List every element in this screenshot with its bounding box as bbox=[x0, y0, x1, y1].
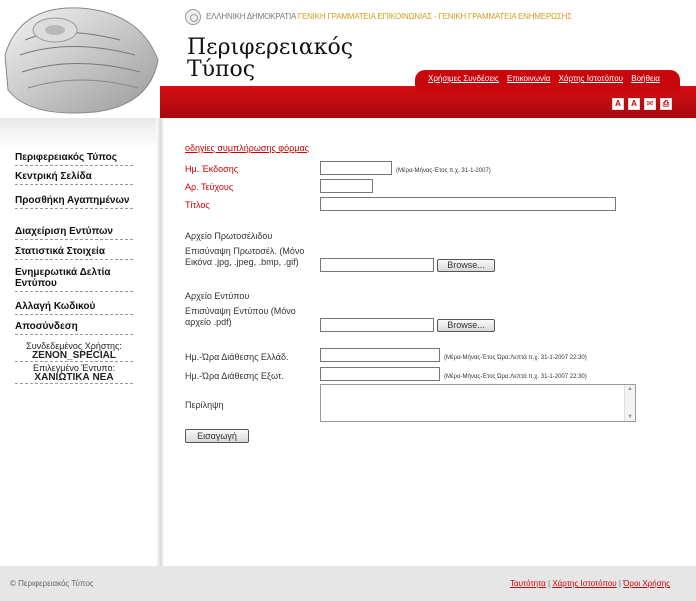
issue-date-hint: (Μέρα-Μήνας-Έτος π.χ. 31-1-2007) bbox=[396, 168, 491, 174]
sidebar-item-home[interactable]: Κεντρική Σελίδα bbox=[15, 171, 133, 185]
submit-button[interactable]: Εισαγωγή bbox=[185, 429, 249, 443]
sidebar-item-logout[interactable]: Αποσύνδεση bbox=[15, 321, 133, 335]
publication-attach-label: Επισύναψη Εντύπου (Μόνο αρχείο .pdf) bbox=[185, 306, 296, 327]
gov-secretariats: ΓΕΝΙΚΗ ΓΡΑΜΜΑΤΕΙΑ ΕΠΙΚΟΙΝΩΝΙΑΣ - ΓΕΝΙΚΗ … bbox=[297, 12, 572, 21]
gov-ministry: ΕΛΛΗΝΙΚΗ ΔΗΜΟΚΡΑΤΙΑ bbox=[206, 12, 296, 21]
selected-publication-name: ΧΑΝΙΩΤΙΚΑ ΝΕΑ bbox=[15, 373, 133, 384]
footer-link-terms[interactable]: Όροι Χρήσης bbox=[623, 579, 670, 588]
scroll-up-icon[interactable]: ▲ bbox=[627, 386, 633, 392]
sidebar-item-regional-press[interactable]: Περιφερειακός Τύπος bbox=[15, 152, 133, 166]
link-help[interactable]: Βοήθεια bbox=[631, 74, 660, 83]
frontpage-attach-label: Επισύναψη Πρωτοσέλ. (Μόνο Εικόνα .jpg, .… bbox=[185, 246, 305, 267]
publication-file-input[interactable] bbox=[320, 318, 434, 332]
title-label: Τίτλος bbox=[185, 200, 210, 210]
summary-scrollbar[interactable]: ▲ ▼ bbox=[624, 385, 635, 421]
abroad-datetime-hint: (Μέρα-Μήνας-Έτος Ώρα:Λεπτά π.χ. 31-1-200… bbox=[444, 374, 587, 380]
greece-datetime-hint: (Μέρα-Μήνας-Έτος Ώρα:Λεπτά π.χ. 31-1-200… bbox=[444, 355, 587, 361]
print-icon[interactable]: ⎙ bbox=[660, 98, 672, 110]
issue-date-label: Ημ. Έκδοσης bbox=[185, 164, 239, 174]
issue-date-input[interactable] bbox=[320, 161, 392, 175]
email-icon[interactable]: ✉ bbox=[644, 98, 656, 110]
title-input[interactable] bbox=[320, 197, 616, 211]
site-footer: © Περιφερειακός Τύπος Ταυτότητα | Χάρτης… bbox=[0, 566, 696, 601]
greek-emblem-icon bbox=[185, 9, 201, 25]
abroad-datetime-input[interactable] bbox=[320, 367, 440, 381]
logged-user: Συνδεδεμένος Χρήστης: ZENON_SPECIAL bbox=[15, 341, 133, 362]
greece-datetime-input[interactable] bbox=[320, 348, 440, 362]
sidebar-item-newsletters[interactable]: Ενημερωτικά Δελτία Εντύπου bbox=[15, 267, 133, 292]
issue-number-input[interactable] bbox=[320, 179, 373, 193]
site-header: ΕΛΛΗΝΙΚΗ ΔΗΜΟΚΡΑΤΙΑ ΓΕΝΙΚΗ ΓΡΑΜΜΑΤΕΙΑ ΕΠ… bbox=[0, 0, 696, 120]
footer-link-identity[interactable]: Ταυτότητα bbox=[510, 579, 546, 588]
issue-number-label: Αρ. Τεύχους bbox=[185, 182, 234, 192]
sidebar-item-add-favorites[interactable]: Προσθήκη Αγαπημένων bbox=[15, 195, 133, 209]
greece-datetime-label: Ημ.-Ώρα Διάθεσης Ελλάδ. bbox=[185, 352, 289, 362]
font-increase-icon[interactable]: A bbox=[628, 98, 640, 110]
footer-links: Ταυτότητα | Χάρτης Ιστοτόπου | Όροι Χρήσ… bbox=[510, 579, 670, 588]
newspaper-roll-image bbox=[0, 0, 165, 120]
sidebar-item-statistics[interactable]: Στατιστικά Στοιχεία bbox=[15, 246, 133, 260]
footer-copyright: © Περιφερειακός Τύπος bbox=[10, 579, 94, 588]
header-links: Χρήσιμες Συνδέσεις Επικοινωνία Χάρτης Ισ… bbox=[428, 74, 666, 83]
header-tools: A A ✉ ⎙ bbox=[612, 98, 672, 110]
frontpage-file-input[interactable] bbox=[320, 258, 434, 272]
link-contact[interactable]: Επικοινωνία bbox=[507, 74, 550, 83]
government-line: ΕΛΛΗΝΙΚΗ ΔΗΜΟΚΡΑΤΙΑ ΓΕΝΙΚΗ ΓΡΑΜΜΑΤΕΙΑ ΕΠ… bbox=[206, 12, 572, 21]
footer-link-sitemap[interactable]: Χάρτης Ιστοτόπου bbox=[552, 579, 616, 588]
selected-publication: Επιλεγμένο Έντυπο: ΧΑΝΙΩΤΙΚΑ ΝΕΑ bbox=[15, 363, 133, 384]
sidebar-item-change-password[interactable]: Αλλαγή Κωδικού bbox=[15, 301, 133, 315]
site-title-line1: Περιφερειακός bbox=[187, 35, 354, 60]
site-title: Περιφερειακός Τύπος bbox=[187, 37, 353, 81]
sidebar-item-manage-publications[interactable]: Διαχείριση Εντύπων bbox=[15, 226, 133, 240]
publication-browse-button[interactable]: Browse... bbox=[437, 319, 495, 332]
font-decrease-icon[interactable]: A bbox=[612, 98, 624, 110]
site-title-line2: Τύπος bbox=[187, 57, 256, 82]
link-sitemap[interactable]: Χάρτης Ιστοτόπου bbox=[559, 74, 623, 83]
link-useful-links[interactable]: Χρήσιμες Συνδέσεις bbox=[428, 74, 499, 83]
frontpage-section-label: Αρχείο Πρωτοσέλιδου bbox=[185, 231, 273, 241]
publication-file-section-label: Αρχείο Εντύπου bbox=[185, 291, 250, 301]
frontpage-browse-button[interactable]: Browse... bbox=[437, 259, 495, 272]
form-instructions-link[interactable]: οδηγίες συμπλήρωσης φόρμας bbox=[185, 143, 309, 153]
publication-form: οδηγίες συμπλήρωσης φόρμας Ημ. Έκδοσης (… bbox=[160, 118, 696, 566]
logged-user-name: ZENON_SPECIAL bbox=[15, 351, 133, 362]
abroad-datetime-label: Ημ.-Ώρα Διάθεσης Εξωτ. bbox=[185, 371, 284, 381]
summary-textarea[interactable]: ▲ ▼ bbox=[320, 384, 636, 422]
scroll-down-icon[interactable]: ▼ bbox=[627, 414, 633, 420]
sidebar: Περιφερειακός Τύπος Κεντρική Σελίδα Προσ… bbox=[0, 118, 160, 566]
summary-label: Περίληψη bbox=[185, 400, 224, 410]
